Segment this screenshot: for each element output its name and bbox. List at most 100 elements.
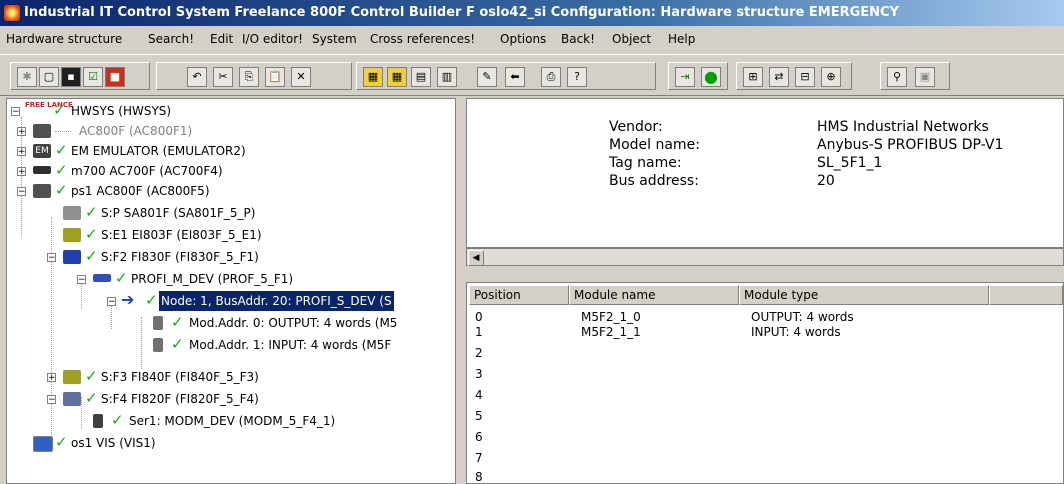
collapse-icon[interactable]: − — [17, 187, 26, 197]
collapse-icon[interactable]: − — [47, 253, 56, 263]
tag-label: Tag name: — [609, 155, 682, 171]
position-cell[interactable]: 6 — [475, 430, 483, 444]
column-header-module-name[interactable]: Module name — [569, 285, 739, 305]
tree-item-os1[interactable]: ✓ os1 VIS (VIS1) — [7, 433, 447, 453]
copy-icon[interactable]: ⎘ — [239, 67, 259, 87]
io-module-icon — [153, 316, 163, 330]
station-icon[interactable]: ⇄ — [769, 67, 789, 87]
paste-icon[interactable]: 📋 — [265, 67, 285, 87]
bus-icon[interactable]: ⊕ — [821, 67, 841, 87]
window-title: Industrial IT Control System Freelance 8… — [24, 5, 899, 20]
menu-hardware-structure[interactable]: Hardware structure — [6, 32, 122, 46]
network-icon[interactable]: ⊟ — [795, 67, 815, 87]
menu-system[interactable]: System — [312, 32, 357, 46]
collapse-icon[interactable]: − — [11, 107, 20, 117]
position-cell[interactable]: 2 — [475, 346, 483, 360]
table-icon[interactable]: ▥ — [437, 67, 457, 87]
connect-icon[interactable]: ✱ — [17, 67, 37, 87]
freelance-logo-icon: FREE LANCE — [25, 101, 73, 109]
symbol2-icon[interactable]: ▦ — [387, 67, 407, 87]
check-icon: ✓ — [171, 313, 184, 331]
tree-item-mod-addr-1[interactable]: ✓ Mod.Addr. 1: INPUT: 4 words (M5F — [7, 335, 455, 355]
check-icon: ✓ — [115, 269, 128, 287]
column-header-empty — [989, 285, 1063, 305]
menu-io-editor[interactable]: I/O editor! — [242, 32, 303, 46]
tree-label: ps1 AC800F (AC800F5) — [71, 184, 210, 198]
module-type-cell[interactable]: OUTPUT: 4 words — [751, 310, 854, 324]
expand-icon[interactable]: + — [17, 167, 26, 177]
delete-icon[interactable]: ✕ — [291, 67, 311, 87]
cut-icon[interactable]: ✂ — [213, 67, 233, 87]
tree-item-profi-m-dev[interactable]: − ✓ PROFI_M_DEV (PROF_5_F1) — [7, 269, 447, 289]
stop-icon[interactable]: ■ — [105, 67, 125, 87]
save-icon[interactable]: ▪ — [61, 67, 81, 87]
menu-edit[interactable]: Edit — [210, 32, 233, 46]
check-icon[interactable]: ☑ — [83, 67, 103, 87]
io-icon[interactable]: ⊞ — [743, 67, 763, 87]
position-cell[interactable]: 8 — [475, 470, 483, 483]
serial-module-icon — [63, 392, 81, 406]
expand-icon[interactable]: + — [17, 147, 26, 157]
controller-icon — [33, 124, 51, 138]
properties-icon[interactable]: ▣ — [915, 67, 935, 87]
tree-item-ser1[interactable]: ✓ Ser1: MODM_DEV (MODM_5_F4_1) — [7, 411, 447, 431]
tree-label: os1 VIS (VIS1) — [71, 436, 156, 450]
back-icon[interactable]: ⬅ — [505, 67, 525, 87]
module-name-cell[interactable]: M5F2_1_1 — [581, 325, 641, 339]
tree-item-fi830f[interactable]: − ✓ S:F2 FI830F (FI830F_5_F1) — [7, 247, 447, 267]
tree-item-sa801f[interactable]: ✓ S:P SA801F (SA801F_5_P) — [7, 203, 447, 223]
expand-icon[interactable]: + — [17, 127, 26, 137]
arrow-right-icon: ➔ — [121, 290, 135, 309]
tree-item-ei803f[interactable]: ✓ S:E1 EI803F (EI803F_5_E1) — [7, 225, 447, 245]
tree-label: AC800F (AC800F1) — [79, 124, 193, 138]
tree-label: m700 AC700F (AC700F4) — [71, 164, 223, 178]
tree-item-root[interactable]: − FREE LANCE ✓ HWSYS (HWSYS) — [7, 101, 447, 121]
expand-icon[interactable]: + — [47, 373, 56, 383]
position-cell[interactable]: 1 — [475, 325, 483, 339]
collapse-icon[interactable]: − — [107, 297, 116, 307]
module-name-cell[interactable]: M5F2_1_0 — [581, 310, 641, 324]
position-cell[interactable]: 3 — [475, 367, 483, 381]
position-cell[interactable]: 5 — [475, 409, 483, 423]
tree-item-ac800f1[interactable]: + AC800F (AC800F1) — [7, 121, 447, 141]
check-icon: ✓ — [55, 433, 68, 451]
help-icon[interactable]: ? — [567, 67, 587, 87]
module-type-cell[interactable]: INPUT: 4 words — [751, 325, 841, 339]
column-header-position[interactable]: Position — [469, 285, 569, 305]
tree-item-mod-addr-0[interactable]: ✓ Mod.Addr. 0: OUTPUT: 4 words (M5 — [7, 313, 455, 333]
tree-label: EM EMULATOR (EMULATOR2) — [71, 144, 246, 158]
status-icon[interactable]: ● — [701, 67, 721, 87]
menu-object[interactable]: Object — [612, 32, 651, 46]
menu-search[interactable]: Search! — [148, 32, 194, 46]
collapse-icon[interactable]: − — [47, 395, 56, 405]
tree-label: S:F2 FI830F (FI830F_5_F1) — [101, 250, 259, 264]
edit-icon[interactable]: ✎ — [477, 67, 497, 87]
print-icon[interactable]: ⎙ — [541, 67, 561, 87]
symbol1-icon[interactable]: ▦ — [363, 67, 383, 87]
symbol3-icon[interactable]: ▤ — [411, 67, 431, 87]
position-cell[interactable]: 0 — [475, 310, 483, 324]
undo-icon[interactable]: ↶ — [187, 67, 207, 87]
menu-back[interactable]: Back! — [561, 32, 595, 46]
collapse-icon[interactable]: − — [77, 275, 86, 285]
tree-item-emulator[interactable]: + EM ✓ EM EMULATOR (EMULATOR2) — [7, 141, 447, 161]
menu-options[interactable]: Options — [500, 32, 546, 46]
menu-help[interactable]: Help — [668, 32, 695, 46]
scroll-left-icon[interactable]: ◀ — [468, 250, 484, 266]
tree-item-profi-s-dev[interactable]: − ➔ ✓ Node: 1, BusAddr. 20: PROFI_S_DEV … — [7, 290, 455, 311]
horizontal-scrollbar[interactable]: ◀ — [466, 248, 1064, 266]
search-icon[interactable]: ⚲ — [887, 67, 907, 87]
position-cell[interactable]: 4 — [475, 388, 483, 402]
commission-icon[interactable]: ⇥ — [675, 67, 695, 87]
new-icon[interactable]: ▢ — [39, 67, 59, 87]
menu-cross-references[interactable]: Cross references! — [370, 32, 475, 46]
pane-splitter[interactable] — [456, 98, 466, 484]
tree-item-fi840f[interactable]: + ✓ S:F3 FI840F (FI840F_5_F3) — [7, 367, 447, 387]
tree-label-selected: Node: 1, BusAddr. 20: PROFI_S_DEV (S — [159, 291, 394, 311]
hardware-tree[interactable]: − FREE LANCE ✓ HWSYS (HWSYS) + AC800F (A… — [6, 98, 456, 484]
tree-item-m700[interactable]: + ✓ m700 AC700F (AC700F4) — [7, 161, 447, 181]
column-header-module-type[interactable]: Module type — [739, 285, 989, 305]
tree-item-ps1[interactable]: − ✓ ps1 AC800F (AC800F5) — [7, 181, 447, 201]
position-cell[interactable]: 7 — [475, 451, 483, 465]
tree-item-fi820f[interactable]: − ✓ S:F4 FI820F (FI820F_5_F4) — [7, 389, 447, 409]
